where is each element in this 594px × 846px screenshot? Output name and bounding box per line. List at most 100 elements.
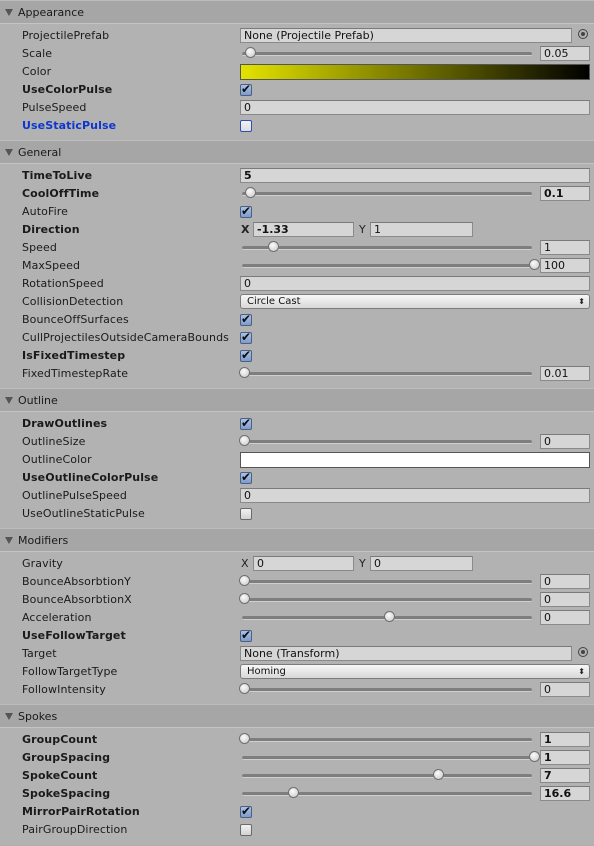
acceleration-slider-track[interactable] bbox=[242, 611, 532, 622]
foldout-triangle-icon[interactable] bbox=[5, 149, 13, 156]
acceleration-value-input[interactable]: 0 bbox=[540, 610, 590, 625]
object-picker-icon[interactable] bbox=[578, 647, 588, 657]
slider-thumb[interactable] bbox=[384, 611, 395, 622]
projectile-prefab-object-field[interactable]: None (Projectile Prefab) bbox=[240, 28, 572, 43]
object-picker-icon[interactable] bbox=[578, 29, 588, 39]
follow-intensity-value-input[interactable]: 0 bbox=[540, 682, 590, 697]
section-header-spokes[interactable]: Spokes bbox=[0, 704, 594, 728]
field-use-follow-target: UseFollowTarget bbox=[0, 627, 594, 645]
slider-thumb[interactable] bbox=[239, 683, 250, 694]
dropdown-value: Circle Cast bbox=[247, 296, 301, 307]
spoke-spacing-slider-track[interactable] bbox=[242, 787, 532, 798]
field-label: CullProjectilesOutsideCameraBounds bbox=[22, 331, 229, 344]
field-use-static-pulse: UseStaticPulse bbox=[0, 117, 594, 135]
color-field[interactable] bbox=[240, 64, 590, 80]
bounce-absorbtion-y-slider-track[interactable] bbox=[239, 575, 532, 586]
field-use-outline-color-pulse: UseOutlineColorPulse bbox=[0, 469, 594, 487]
slider-thumb[interactable] bbox=[239, 575, 250, 586]
group-count-slider-track[interactable] bbox=[239, 733, 532, 744]
speed-slider-track[interactable] bbox=[242, 241, 532, 252]
foldout-triangle-icon[interactable] bbox=[5, 9, 13, 16]
collision-detection-dropdown[interactable]: Circle Cast ⬍ bbox=[240, 294, 590, 309]
max-speed-value-input[interactable]: 100 bbox=[540, 258, 590, 273]
field-auto-fire: AutoFire bbox=[0, 203, 594, 221]
group-spacing-value-input[interactable]: 1 bbox=[540, 750, 590, 765]
field-label: FixedTimestepRate bbox=[22, 367, 129, 380]
slider-thumb[interactable] bbox=[239, 593, 250, 604]
use-static-pulse-checkbox[interactable] bbox=[240, 120, 252, 132]
field-label: Gravity bbox=[22, 557, 63, 570]
time-to-live-input[interactable]: 5 bbox=[240, 168, 590, 183]
gravity-x-input[interactable]: 0 bbox=[253, 556, 354, 571]
section-header-outline[interactable]: Outline bbox=[0, 388, 594, 412]
draw-outlines-checkbox[interactable] bbox=[240, 416, 252, 430]
scale-value-input[interactable]: 0.05 bbox=[540, 46, 590, 61]
pulse-speed-input[interactable]: 0 bbox=[240, 100, 590, 115]
target-object-field[interactable]: None (Transform) bbox=[240, 646, 572, 661]
spoke-count-slider-track[interactable] bbox=[242, 769, 532, 780]
group-count-value-input[interactable]: 1 bbox=[540, 732, 590, 747]
slider-thumb[interactable] bbox=[529, 259, 540, 270]
bounce-absorbtion-x-slider-track[interactable] bbox=[239, 593, 532, 604]
section-header-modifiers[interactable]: Modifiers bbox=[0, 528, 594, 552]
speed-value-input[interactable]: 1 bbox=[540, 240, 590, 255]
follow-intensity-slider-track[interactable] bbox=[239, 683, 532, 694]
field-label: OutlineColor bbox=[22, 453, 92, 466]
bounce-off-surfaces-checkbox[interactable] bbox=[240, 312, 252, 326]
max-speed-slider-track[interactable] bbox=[242, 259, 540, 270]
is-fixed-timestep-checkbox[interactable] bbox=[240, 348, 252, 362]
spoke-spacing-value-input[interactable]: 16.6 bbox=[540, 786, 590, 801]
spoke-count-value-input[interactable]: 7 bbox=[540, 768, 590, 783]
cool-off-time-value-input[interactable]: 0.1 bbox=[540, 186, 590, 201]
field-label: TimeToLive bbox=[22, 169, 93, 182]
field-label: BounceAbsorbtionX bbox=[22, 593, 132, 606]
field-outline-pulse-speed: OutlinePulseSpeed 0 bbox=[0, 487, 594, 505]
bounce-absorbtion-x-value-input[interactable]: 0 bbox=[540, 592, 590, 607]
slider-thumb[interactable] bbox=[288, 787, 300, 798]
direction-y-input[interactable]: 1 bbox=[370, 222, 473, 237]
field-label: Direction bbox=[22, 223, 80, 236]
outline-pulse-speed-input[interactable]: 0 bbox=[240, 488, 590, 503]
outline-color-field[interactable] bbox=[240, 452, 590, 468]
slider-thumb[interactable] bbox=[244, 47, 256, 58]
slider-thumb[interactable] bbox=[529, 751, 540, 762]
scale-slider-track[interactable] bbox=[242, 47, 532, 58]
outline-size-value-input[interactable]: 0 bbox=[540, 434, 590, 449]
y-label: Y bbox=[359, 557, 366, 570]
mirror-pair-rotation-checkbox[interactable] bbox=[240, 804, 252, 818]
use-follow-target-checkbox[interactable] bbox=[240, 628, 252, 642]
slider-thumb[interactable] bbox=[239, 367, 250, 378]
section-title: Modifiers bbox=[18, 533, 69, 547]
y-label: Y bbox=[359, 223, 366, 236]
slider-thumb[interactable] bbox=[244, 187, 256, 198]
slider-thumb[interactable] bbox=[433, 769, 445, 780]
slider-thumb[interactable] bbox=[268, 241, 279, 252]
group-spacing-slider-track[interactable] bbox=[242, 751, 540, 762]
foldout-triangle-icon[interactable] bbox=[5, 397, 13, 404]
outline-size-slider-track[interactable] bbox=[239, 435, 532, 446]
field-label: PairGroupDirection bbox=[22, 823, 128, 836]
slider-thumb[interactable] bbox=[239, 435, 250, 446]
pair-group-direction-checkbox[interactable] bbox=[240, 824, 252, 836]
cool-off-time-slider-track[interactable] bbox=[242, 187, 532, 198]
field-acceleration: Acceleration 0 bbox=[0, 609, 594, 627]
fixed-timestep-rate-value-input[interactable]: 0.01 bbox=[540, 366, 590, 381]
use-outline-color-pulse-checkbox[interactable] bbox=[240, 470, 252, 484]
foldout-triangle-icon[interactable] bbox=[5, 537, 13, 544]
slider-thumb[interactable] bbox=[239, 733, 250, 744]
follow-target-type-dropdown[interactable]: Homing ⬍ bbox=[240, 664, 590, 679]
auto-fire-checkbox[interactable] bbox=[240, 204, 252, 218]
direction-x-input[interactable]: -1.33 bbox=[253, 222, 354, 237]
gravity-y-input[interactable]: 0 bbox=[370, 556, 473, 571]
use-color-pulse-checkbox[interactable] bbox=[240, 82, 252, 96]
foldout-triangle-icon[interactable] bbox=[5, 713, 13, 720]
field-color: Color bbox=[0, 63, 594, 81]
use-outline-static-pulse-checkbox[interactable] bbox=[240, 508, 252, 520]
section-header-appearance[interactable]: Appearance bbox=[0, 0, 594, 24]
bounce-absorbtion-y-value-input[interactable]: 0 bbox=[540, 574, 590, 589]
fixed-timestep-rate-slider-track[interactable] bbox=[239, 367, 532, 378]
section-header-general[interactable]: General bbox=[0, 140, 594, 164]
cull-projectiles-checkbox[interactable] bbox=[240, 330, 252, 344]
rotation-speed-input[interactable]: 0 bbox=[240, 276, 590, 291]
field-label: Target bbox=[22, 647, 57, 660]
